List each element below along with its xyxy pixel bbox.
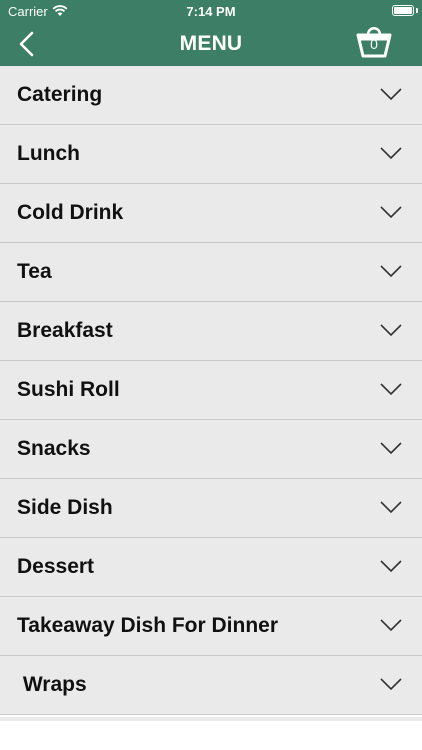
chevron-down-icon bbox=[380, 619, 402, 632]
chevron-down-icon bbox=[380, 501, 402, 514]
menu-item-tea[interactable]: Tea bbox=[0, 243, 422, 302]
nav-bar: MENU 0 bbox=[0, 22, 422, 66]
chevron-down-icon bbox=[380, 324, 402, 337]
menu-item-side-dish[interactable]: Side Dish bbox=[0, 479, 422, 538]
battery-icon bbox=[392, 5, 414, 16]
menu-item-takeaway-dish-for-dinner[interactable]: Takeaway Dish For Dinner bbox=[0, 597, 422, 656]
cart-count-badge: 0 bbox=[370, 36, 378, 52]
cart-button[interactable]: 0 bbox=[354, 22, 394, 62]
menu-item-label: Tea bbox=[17, 260, 52, 283]
menu-item-label: Catering bbox=[17, 83, 103, 106]
chevron-down-icon bbox=[380, 88, 402, 101]
menu-item-snacks[interactable]: Snacks bbox=[0, 420, 422, 479]
menu-item-catering[interactable]: Catering bbox=[0, 66, 422, 125]
menu-item-cold-drink[interactable]: Cold Drink bbox=[0, 184, 422, 243]
menu-item-sushi-roll[interactable]: Sushi Roll bbox=[0, 361, 422, 420]
chevron-down-icon bbox=[380, 560, 402, 573]
chevron-down-icon bbox=[380, 678, 402, 691]
chevron-down-icon bbox=[380, 147, 402, 160]
menu-item-label: Sushi Roll bbox=[17, 378, 120, 401]
chevron-down-icon bbox=[380, 383, 402, 396]
battery-tip bbox=[416, 8, 418, 13]
menu-list: Catering Lunch Cold Drink Tea Breakfast … bbox=[0, 66, 422, 715]
menu-item-lunch[interactable]: Lunch bbox=[0, 125, 422, 184]
menu-item-label: Wraps bbox=[17, 673, 87, 696]
status-time: 7:14 PM bbox=[186, 4, 236, 19]
chevron-down-icon bbox=[380, 265, 402, 278]
menu-item-label: Takeaway Dish For Dinner bbox=[17, 614, 279, 637]
status-bar: Carrier 7:14 PM bbox=[0, 0, 422, 22]
menu-item-label: Snacks bbox=[17, 437, 91, 460]
menu-item-label: Lunch bbox=[17, 142, 80, 165]
menu-item-label: Cold Drink bbox=[17, 201, 124, 224]
list-bottom-strip bbox=[0, 717, 422, 721]
menu-item-label: Dessert bbox=[17, 555, 95, 578]
chevron-down-icon bbox=[380, 442, 402, 455]
menu-item-wraps[interactable]: Wraps bbox=[0, 656, 422, 715]
menu-item-breakfast[interactable]: Breakfast bbox=[0, 302, 422, 361]
menu-item-dessert[interactable]: Dessert bbox=[0, 538, 422, 597]
chevron-down-icon bbox=[380, 206, 402, 219]
menu-item-label: Side Dish bbox=[17, 496, 113, 519]
menu-item-label: Breakfast bbox=[17, 319, 113, 342]
